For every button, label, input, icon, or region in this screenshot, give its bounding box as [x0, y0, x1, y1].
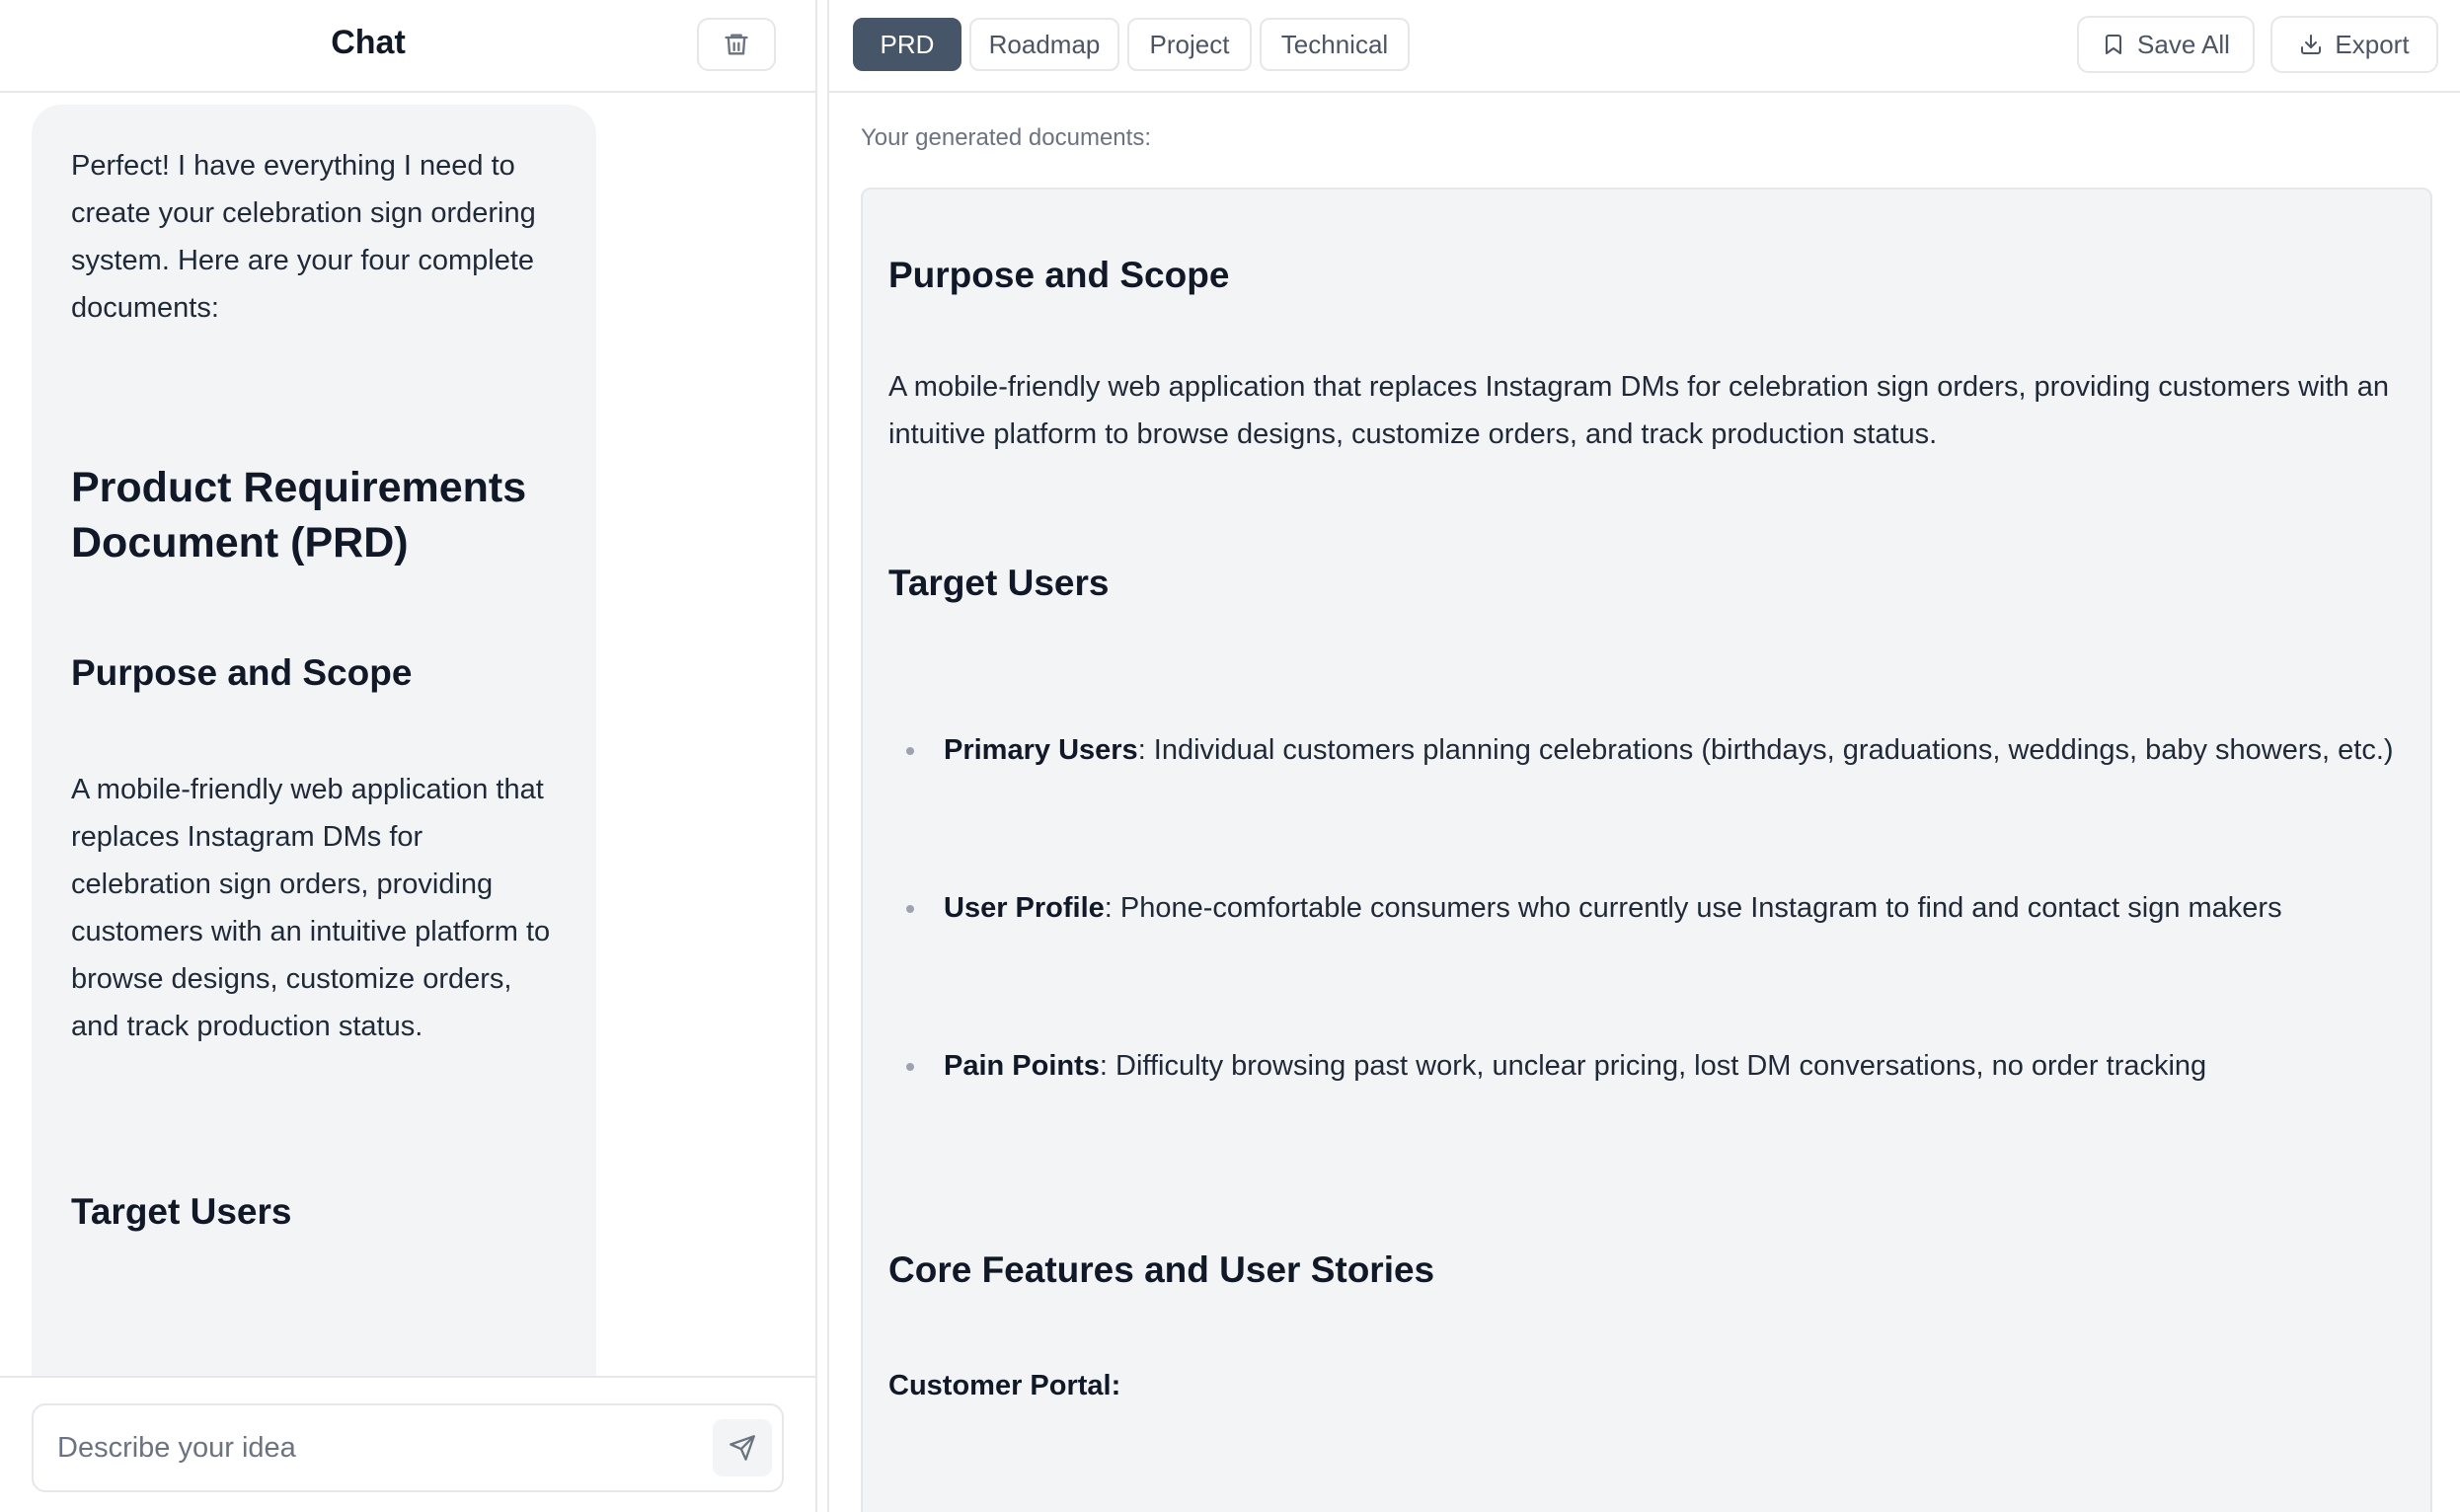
list-item-text: : Individual customers planning celebrat… [1137, 734, 2394, 766]
message-section-title: Target Users [71, 1191, 292, 1232]
chat-panel: Chat Perfect! I have everything I need t… [0, 0, 817, 1512]
send-icon [730, 1435, 755, 1461]
chat-title: Chat [331, 24, 406, 61]
list-item: Pain Points: Difficulty browsing past wo… [888, 1042, 2409, 1090]
chat-input-area [0, 1376, 815, 1512]
message-section-body: A mobile-friendly web application that r… [71, 774, 551, 1042]
download-icon [2301, 35, 2322, 54]
document-viewer[interactable]: Purpose and Scope A mobile-friendly web … [861, 188, 2432, 1512]
doc-section-title: Core Features and User Stories [888, 1249, 1435, 1290]
trash-icon [725, 34, 748, 55]
message-intro: Perfect! I have everything I need to cre… [71, 150, 536, 324]
list-item-label: Primary Users [944, 734, 1138, 766]
export-button[interactable]: Export [2270, 16, 2438, 73]
tab-roadmap[interactable]: Roadmap [969, 18, 1119, 71]
doc-subsection-title: Customer Portal: [888, 1370, 1121, 1401]
list-item-label: Pain Points [944, 1050, 1100, 1082]
list-item-text: : Difficulty browsing past work, unclear… [1099, 1050, 2207, 1082]
list-item-label: User Profile [944, 892, 1105, 924]
chat-messages[interactable]: Perfect! I have everything I need to cre… [0, 95, 815, 1376]
tab-project[interactable]: Project [1127, 18, 1252, 71]
assistant-message: Perfect! I have everything I need to cre… [32, 105, 596, 1376]
documents-toolbar: PRD Roadmap Project Technical Save All E… [829, 0, 2460, 93]
export-label: Export [2335, 29, 2410, 59]
chat-header: Chat [0, 0, 815, 93]
bookmark-icon [2106, 35, 2122, 54]
tab-prd[interactable]: PRD [853, 18, 961, 71]
doc-section-title: Target Users [888, 563, 1110, 603]
chat-input[interactable] [57, 1405, 729, 1490]
documents-caption: Your generated documents: [861, 124, 1151, 151]
send-button[interactable] [713, 1419, 772, 1476]
list-item-text: : Phone-comfortable consumers who curren… [1104, 892, 2282, 924]
chat-input-box [32, 1403, 784, 1492]
doc-section-title: Purpose and Scope [888, 255, 1230, 295]
documents-panel: PRD Roadmap Project Technical Save All E… [827, 0, 2460, 1512]
list-item: Primary Users: Individual customers plan… [888, 726, 2409, 774]
tab-technical[interactable]: Technical [1260, 18, 1410, 71]
list-item: User Profile: Phone-comfortable consumer… [888, 884, 2409, 932]
save-all-label: Save All [2137, 29, 2230, 59]
message-heading: Product Requirements Document (PRD) [71, 464, 527, 567]
message-section-title: Purpose and Scope [71, 652, 413, 693]
save-all-button[interactable]: Save All [2077, 16, 2255, 73]
doc-section-body: A mobile-friendly web application that r… [888, 371, 2389, 450]
clear-chat-button[interactable] [697, 18, 776, 71]
